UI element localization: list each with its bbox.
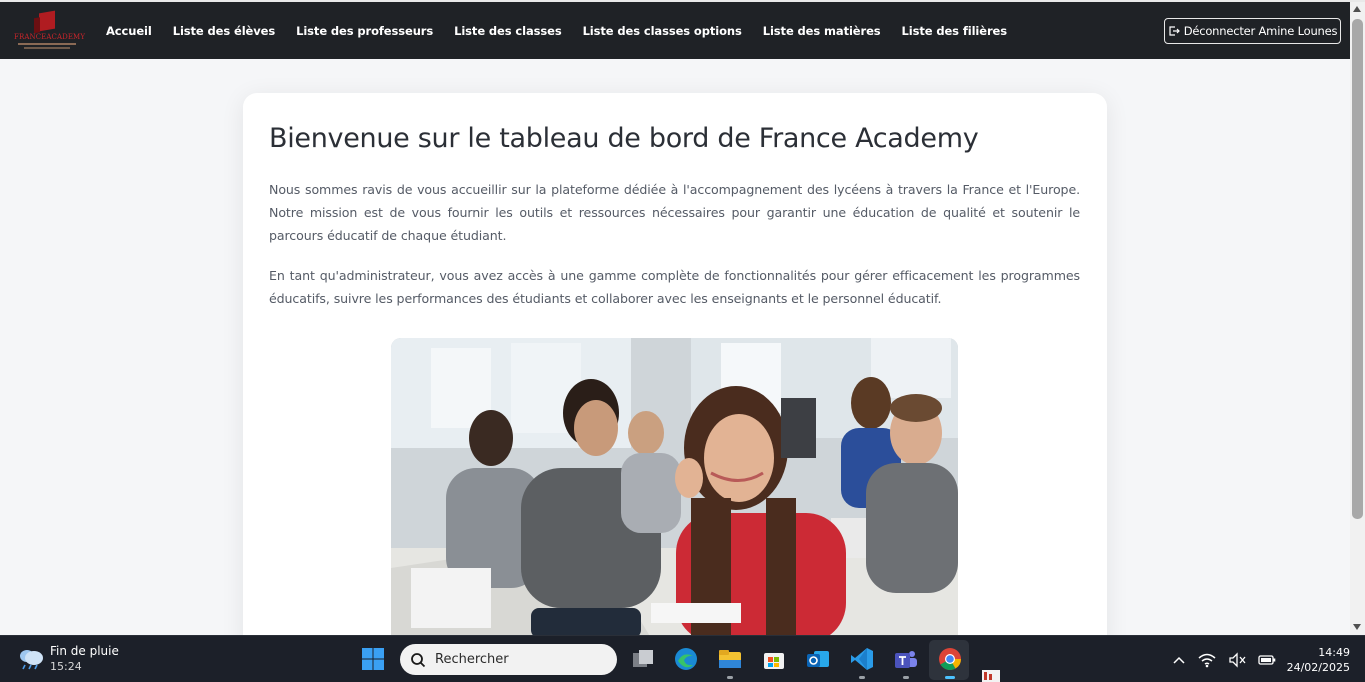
vscode-icon[interactable] xyxy=(849,646,875,672)
taskbar-clock[interactable]: 14:49 24/02/2025 xyxy=(1280,645,1350,675)
nav-link-professeurs[interactable]: Liste des professeurs xyxy=(296,24,433,38)
logout-button[interactable]: Déconnecter Amine Lounes xyxy=(1164,18,1341,44)
main-nav: Accueil Liste des élèves Liste des profe… xyxy=(106,2,1028,59)
search-icon xyxy=(411,652,426,667)
nav-link-filieres[interactable]: Liste des filières xyxy=(902,24,1008,38)
file-explorer-icon[interactable] xyxy=(717,646,743,672)
rain-cloud-icon xyxy=(20,650,43,670)
welcome-card: Bienvenue sur le tableau de bord de Fran… xyxy=(243,93,1107,653)
scroll-thumb[interactable] xyxy=(1352,19,1363,519)
chrome-icon[interactable] xyxy=(937,646,963,672)
speaker-muted-icon[interactable] xyxy=(1228,652,1246,668)
battery-icon[interactable] xyxy=(1258,654,1276,666)
admin-paragraph: En tant qu'administrateur, vous avez acc… xyxy=(269,268,1080,306)
page-title: Bienvenue sur le tableau de bord de Fran… xyxy=(269,123,979,154)
navbar: FRANCEACADEMY Accueil Liste des élèves L… xyxy=(0,2,1350,59)
logout-icon xyxy=(1169,26,1180,36)
teams-running-indicator xyxy=(903,676,909,679)
weather-condition: Fin de pluie xyxy=(50,644,119,658)
logout-label: Déconnecter Amine Lounes xyxy=(1183,24,1338,38)
logo-tagline-line-2 xyxy=(24,47,70,49)
nav-link-classes[interactable]: Liste des classes xyxy=(454,24,562,38)
search-placeholder: Rechercher xyxy=(435,652,509,667)
france-academy-logo[interactable]: FRANCEACADEMY xyxy=(14,10,86,52)
classroom-photo xyxy=(391,338,958,638)
nav-link-accueil[interactable]: Accueil xyxy=(106,24,152,38)
chevron-up-icon[interactable] xyxy=(1172,655,1186,665)
file-explorer-running-indicator xyxy=(727,676,733,679)
wifi-icon[interactable] xyxy=(1198,652,1216,668)
teams-icon[interactable] xyxy=(893,646,919,672)
store-icon[interactable] xyxy=(761,646,787,672)
clock-date: 24/02/2025 xyxy=(1286,661,1350,674)
logo-book-icon xyxy=(39,10,55,32)
task-view-icon[interactable] xyxy=(630,646,656,672)
chrome-active-indicator xyxy=(945,676,955,679)
nav-link-eleves[interactable]: Liste des élèves xyxy=(173,24,275,38)
weather-widget[interactable]: Fin de pluie 15:24 xyxy=(18,644,148,676)
classroom-image xyxy=(391,338,958,638)
taskbar-search[interactable]: Rechercher xyxy=(400,644,617,675)
windows-taskbar: Fin de pluie 15:24 Rechercher 14:49 24/0… xyxy=(0,635,1365,682)
page-scrollbar[interactable] xyxy=(1350,2,1365,635)
outlook-icon[interactable] xyxy=(805,646,831,672)
scroll-up-icon[interactable] xyxy=(1353,6,1361,12)
app-thumbnail-icon[interactable] xyxy=(982,670,1000,682)
scroll-down-icon[interactable] xyxy=(1353,624,1361,630)
logo-text: FRANCEACADEMY xyxy=(14,33,86,41)
system-tray xyxy=(1172,650,1276,670)
windows-start-icon[interactable] xyxy=(362,648,384,670)
intro-paragraph: Nous sommes ravis de vous accueillir sur… xyxy=(269,182,1080,243)
weather-time: 15:24 xyxy=(50,660,82,673)
logo-tagline-line xyxy=(18,43,76,45)
clock-time: 14:49 xyxy=(1318,646,1350,659)
vscode-running-indicator xyxy=(859,676,865,679)
nav-link-classes-options[interactable]: Liste des classes options xyxy=(583,24,742,38)
edge-icon[interactable] xyxy=(673,646,699,672)
nav-link-matieres[interactable]: Liste des matières xyxy=(763,24,881,38)
